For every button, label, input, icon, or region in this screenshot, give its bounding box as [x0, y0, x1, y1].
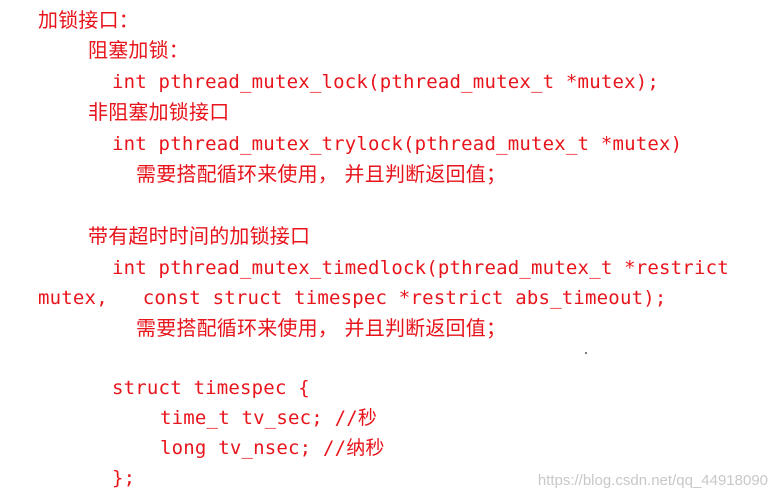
code-struct-close: }; [112, 467, 136, 489]
watermark-url: https://blog.csdn.net/qq_44918090 [537, 472, 768, 489]
code-field-tv-nsec: long tv_nsec; //纳秒 [160, 437, 385, 459]
subheading-nonblocking-lock: 非阻塞加锁接口 [88, 100, 230, 124]
code-field-tv-sec: time_t tv_sec; //秒 [160, 407, 378, 429]
note-loop-check-return-2: 需要搭配循环来使用， 并且判断返回值； [136, 316, 507, 340]
subheading-blocking-lock: 阻塞加锁： [88, 38, 189, 62]
code-struct-timespec-open: struct timespec { [112, 377, 310, 399]
subheading-timed-lock: 带有超时时间的加锁接口 [88, 224, 311, 248]
code-mutex-timedlock-line2: mutex, const struct timespec *restrict a… [38, 287, 667, 309]
code-mutex-timedlock-line1: int pthread_mutex_timedlock(pthread_mute… [112, 257, 729, 279]
stray-dot [585, 352, 587, 354]
code-mutex-trylock: int pthread_mutex_trylock(pthread_mutex_… [112, 133, 683, 155]
heading-lock-interfaces: 加锁接口： [38, 8, 139, 32]
code-mutex-lock: int pthread_mutex_lock(pthread_mutex_t *… [112, 71, 660, 93]
note-loop-check-return-1: 需要搭配循环来使用， 并且判断返回值； [136, 162, 507, 186]
